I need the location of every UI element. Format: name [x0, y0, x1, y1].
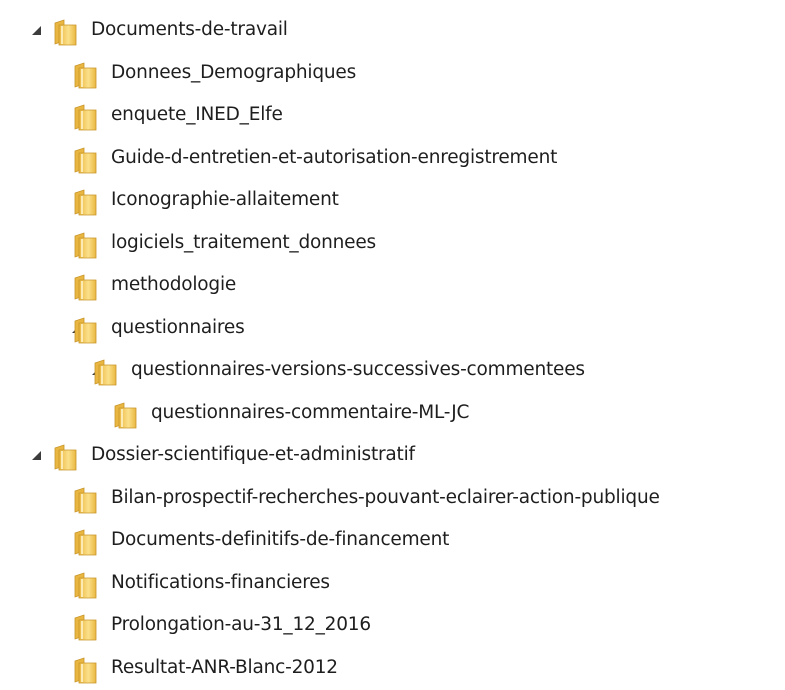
- tree-item-label: enquete_INED_Elfe: [111, 102, 283, 128]
- tree-item[interactable]: Prolongation-au-31_12_2016: [0, 605, 785, 648]
- tree-item-label: Iconographie-allaitement: [111, 187, 339, 213]
- folder-icon: [72, 274, 98, 301]
- tree-item-label: questionnaires: [111, 315, 245, 341]
- tree-item[interactable]: methodologie: [0, 265, 785, 308]
- tree-item[interactable]: questionnaires-versions-successives-comm…: [0, 350, 785, 393]
- tree-item-label: questionnaires-versions-successives-comm…: [131, 357, 585, 383]
- tree-item[interactable]: Documents-definitifs-de-financement: [0, 520, 785, 563]
- folder-icon: [72, 104, 98, 131]
- tree-item-label: Documents-definitifs-de-financement: [111, 527, 449, 553]
- tree-item-label: methodologie: [111, 272, 236, 298]
- expand-arrow-icon[interactable]: [32, 26, 41, 35]
- tree-item[interactable]: Dossier-scientifique-et-administratif: [0, 435, 785, 478]
- folder-icon: [72, 572, 98, 599]
- tree-item-label: Donnees_Demographiques: [111, 60, 356, 86]
- tree-item-label: Guide-d-entretien-et-autorisation-enregi…: [111, 145, 557, 171]
- folder-icon: [52, 444, 78, 471]
- tree-item[interactable]: questionnaires-commentaire-ML-JC: [0, 393, 785, 436]
- folder-icon: [72, 657, 98, 684]
- tree-item[interactable]: Resultat-ANR-Blanc-2012: [0, 648, 785, 690]
- tree-item-label: Prolongation-au-31_12_2016: [111, 612, 371, 638]
- tree-item[interactable]: Donnees_Demographiques: [0, 53, 785, 96]
- tree-item[interactable]: questionnaires: [0, 308, 785, 351]
- folder-icon: [72, 62, 98, 89]
- tree-item-label: questionnaires-commentaire-ML-JC: [151, 400, 469, 426]
- folder-icon: [72, 614, 98, 641]
- tree-item[interactable]: enquete_INED_Elfe: [0, 95, 785, 138]
- tree-item[interactable]: Documents-de-travail: [0, 10, 785, 53]
- tree-item[interactable]: Iconographie-allaitement: [0, 180, 785, 223]
- tree-item[interactable]: logiciels_traitement_donnees: [0, 223, 785, 266]
- tree-item-label: Resultat-ANR-Blanc-2012: [111, 655, 338, 681]
- tree-item-label: logiciels_traitement_donnees: [111, 230, 376, 256]
- folder-icon: [92, 359, 118, 386]
- tree-item-label: Dossier-scientifique-et-administratif: [91, 442, 415, 468]
- tree-item[interactable]: Bilan-prospectif-recherches-pouvant-ecla…: [0, 478, 785, 521]
- folder-icon: [72, 147, 98, 174]
- tree-item-label: Bilan-prospectif-recherches-pouvant-ecla…: [111, 485, 660, 511]
- tree-item-label: Notifications-financieres: [111, 570, 330, 596]
- folder-icon: [72, 317, 98, 344]
- folder-icon: [72, 487, 98, 514]
- folder-tree: Documents-de-travail Donnees_Demographiqu…: [0, 10, 785, 690]
- folder-icon: [112, 402, 138, 429]
- folder-icon: [72, 232, 98, 259]
- folder-icon: [72, 529, 98, 556]
- tree-item[interactable]: Notifications-financieres: [0, 563, 785, 606]
- tree-item[interactable]: Guide-d-entretien-et-autorisation-enregi…: [0, 138, 785, 181]
- folder-icon: [52, 19, 78, 46]
- folder-icon: [72, 189, 98, 216]
- expand-arrow-icon[interactable]: [32, 451, 41, 460]
- tree-item-label: Documents-de-travail: [91, 17, 288, 43]
